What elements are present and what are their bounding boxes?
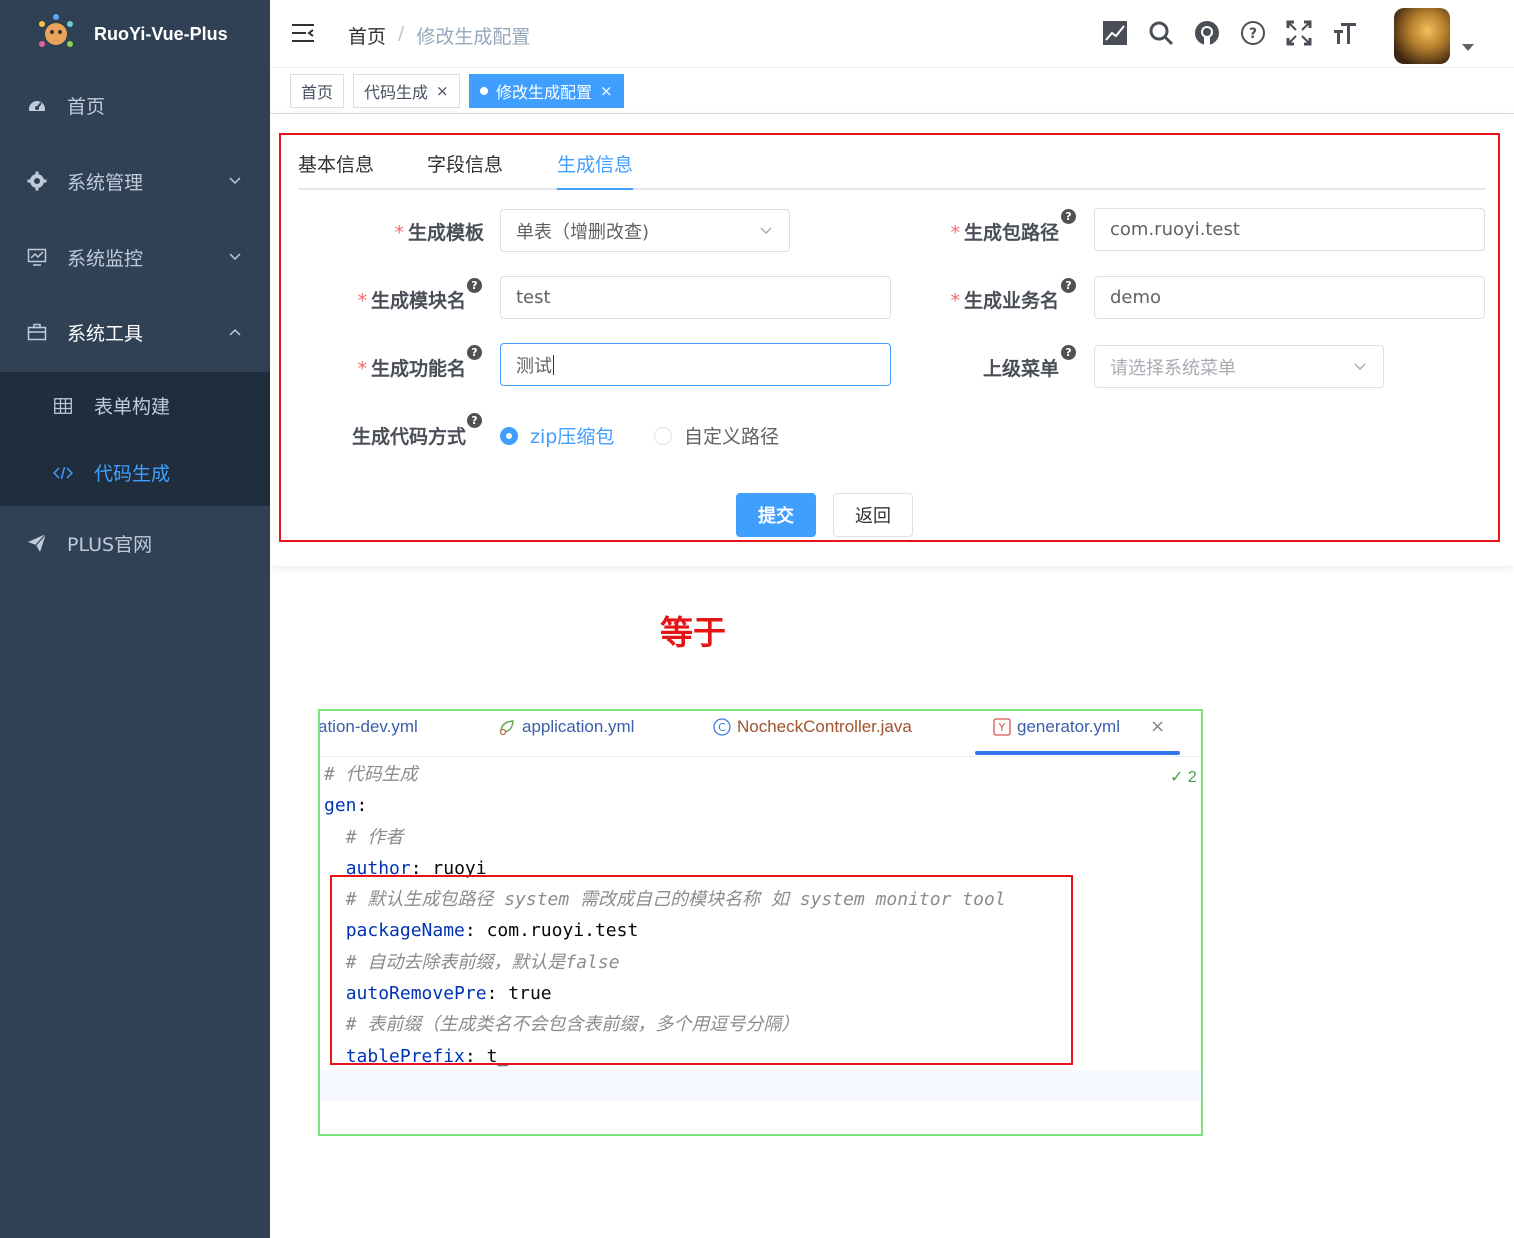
brand-title: RuoYi-Vue-Plus bbox=[94, 23, 228, 44]
fullscreen-icon[interactable] bbox=[1284, 18, 1314, 48]
app-root: RuoYi-Vue-Plus 首页 系统管理 系统监控 系统工具 表单构建 代码… bbox=[0, 0, 1514, 1238]
toolbox-icon bbox=[26, 321, 48, 343]
sidebar-item-plus-site[interactable]: PLUS官网 bbox=[0, 506, 270, 580]
chart-icon[interactable] bbox=[1100, 18, 1130, 48]
ide-tab-label: ation-dev.yml bbox=[318, 717, 418, 736]
tag-label: 代码生成 bbox=[364, 83, 429, 102]
code-comment: # 作者 bbox=[345, 826, 404, 848]
logo-icon bbox=[34, 12, 78, 56]
sidebar-item-form-build[interactable]: 表单构建 bbox=[0, 372, 270, 439]
code-line: # 代码生成 bbox=[324, 759, 1201, 790]
sidebar-item-monitor[interactable]: 系统监控 bbox=[0, 220, 270, 294]
navbar-icons: ? bbox=[1084, 18, 1360, 48]
current-line-highlight bbox=[320, 1070, 1201, 1101]
sidebar: RuoYi-Vue-Plus 首页 系统管理 系统监控 系统工具 表单构建 代码… bbox=[0, 0, 270, 1238]
sidebar-item-code-gen[interactable]: 代码生成 bbox=[0, 439, 270, 506]
sidebar-item-home[interactable]: 首页 bbox=[0, 68, 270, 142]
tag-code-gen[interactable]: 代码生成 × bbox=[353, 74, 460, 108]
sidebar-item-label: 系统工具 bbox=[67, 322, 144, 345]
navbar: 首页 / 修改生成配置 ? bbox=[270, 0, 1514, 68]
ide-tab[interactable]: ation-dev.yml bbox=[318, 717, 418, 737]
chevron-up-icon bbox=[229, 328, 241, 336]
search-icon[interactable] bbox=[1146, 18, 1176, 48]
code-comment: # 代码生成 bbox=[324, 764, 418, 785]
sidebar-item-label: 系统管理 bbox=[67, 171, 144, 194]
sidebar-item-label: PLUS官网 bbox=[67, 533, 153, 556]
dashboard-icon bbox=[26, 94, 48, 116]
gear-icon bbox=[26, 170, 48, 192]
logo[interactable]: RuoYi-Vue-Plus bbox=[0, 0, 270, 68]
font-size-icon[interactable] bbox=[1330, 18, 1360, 48]
sidebar-item-label: 表单构建 bbox=[94, 396, 171, 418]
ide-tab[interactable]: application.yml bbox=[498, 717, 634, 737]
code-key: gen bbox=[324, 795, 357, 817]
sidebar-item-label: 首页 bbox=[67, 95, 106, 118]
svg-text:?: ? bbox=[1249, 26, 1257, 42]
svg-text:Y: Y bbox=[998, 721, 1006, 734]
breadcrumb-separator: / bbox=[398, 22, 405, 44]
caret-down-icon[interactable] bbox=[1462, 44, 1474, 51]
close-icon[interactable]: × bbox=[1150, 716, 1165, 737]
spring-yml-icon bbox=[498, 718, 516, 736]
ide-tab-label: application.yml bbox=[522, 717, 635, 736]
breadcrumb-current: 修改生成配置 bbox=[416, 26, 531, 48]
sidebar-item-tools[interactable]: 系统工具 bbox=[0, 295, 270, 369]
svg-text:C: C bbox=[718, 721, 726, 734]
help-icon[interactable]: ? bbox=[1238, 18, 1268, 48]
tags-view: 首页 代码生成 × 修改生成配置 × bbox=[270, 68, 1514, 114]
ide-tab-active[interactable]: Y generator.yml bbox=[993, 717, 1120, 737]
code-line: gen: bbox=[324, 790, 1201, 821]
code-annotation-box bbox=[330, 875, 1073, 1065]
breadcrumb: 首页 / 修改生成配置 bbox=[348, 22, 530, 49]
close-icon[interactable]: × bbox=[436, 82, 449, 100]
sidebar-item-label: 系统监控 bbox=[67, 247, 144, 270]
github-icon[interactable] bbox=[1192, 18, 1222, 48]
ide-tab-bar: ation-dev.yml application.yml C NocheckC… bbox=[320, 711, 1201, 757]
code-icon bbox=[52, 462, 74, 484]
yaml-icon: Y bbox=[993, 718, 1011, 736]
tag-home[interactable]: 首页 bbox=[290, 74, 345, 108]
hamburger-icon[interactable] bbox=[290, 22, 316, 44]
active-dot bbox=[480, 87, 488, 95]
java-class-icon: C bbox=[713, 718, 731, 736]
paper-plane-icon bbox=[26, 532, 48, 554]
table-icon bbox=[52, 395, 74, 417]
tag-label: 首页 bbox=[301, 83, 334, 102]
chevron-down-icon bbox=[229, 177, 241, 185]
annotation-text: 等于 bbox=[660, 613, 726, 652]
user-avatar[interactable] bbox=[1394, 8, 1450, 64]
code-colon: : bbox=[356, 795, 379, 817]
ide-active-tab-indicator bbox=[975, 751, 1180, 755]
ide-tab-label: generator.yml bbox=[1017, 717, 1120, 736]
ide-tab-label: NocheckController.java bbox=[737, 717, 912, 736]
sidebar-item-label: 代码生成 bbox=[94, 463, 171, 485]
tag-label: 修改生成配置 bbox=[496, 83, 593, 102]
tag-edit-gen-config[interactable]: 修改生成配置 × bbox=[469, 74, 624, 108]
close-icon[interactable]: × bbox=[600, 82, 613, 100]
sidebar-item-system[interactable]: 系统管理 bbox=[0, 144, 270, 218]
annotation-box bbox=[279, 133, 1500, 542]
breadcrumb-home[interactable]: 首页 bbox=[348, 22, 386, 49]
submenu-tools: 表单构建 代码生成 bbox=[0, 372, 270, 506]
chevron-down-icon bbox=[229, 253, 241, 261]
monitor-icon bbox=[26, 246, 48, 268]
code-line: # 作者 bbox=[324, 822, 1201, 853]
ide-tab[interactable]: C NocheckController.java bbox=[713, 717, 912, 737]
